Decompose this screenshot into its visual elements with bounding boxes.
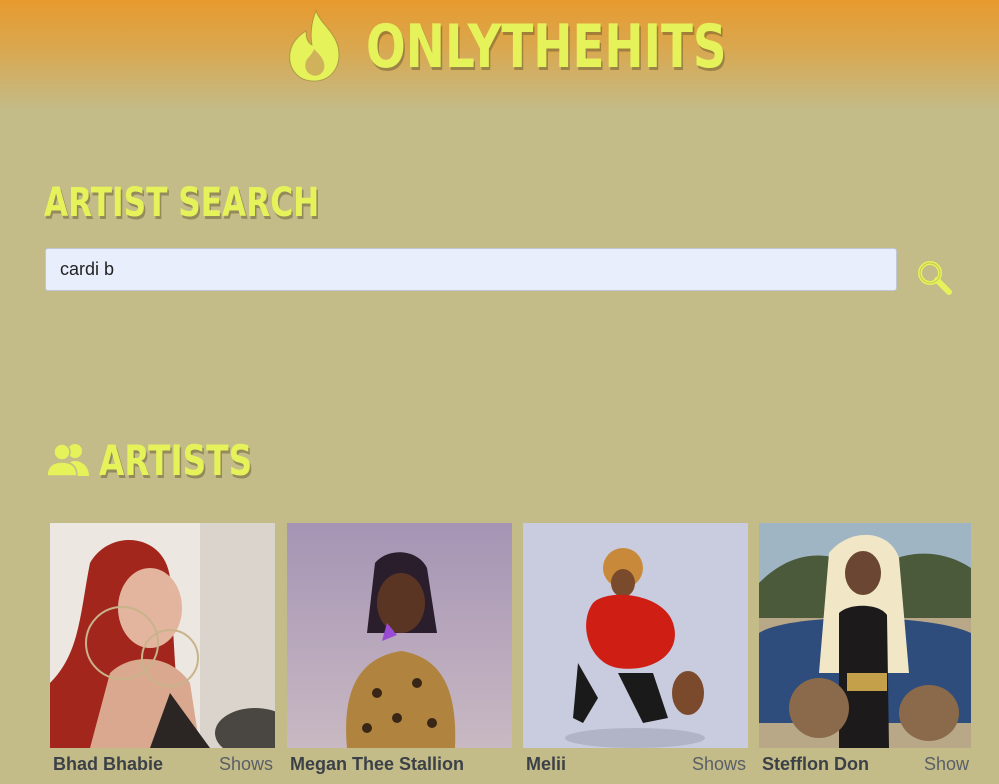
artist-card[interactable]: Bhad Bhabie Shows (50, 523, 275, 784)
artist-name[interactable]: Bhad Bhabie (53, 754, 163, 775)
artist-card[interactable]: Stefflon Don Show (759, 523, 971, 784)
flame-icon (289, 9, 340, 82)
artist-photo[interactable] (50, 523, 275, 748)
shows-link[interactable]: Shows (219, 754, 273, 775)
artist-card[interactable]: Melii Shows (523, 523, 748, 784)
artist-photo[interactable] (759, 523, 971, 748)
brand-title: ONLYTHEHITS (366, 12, 727, 82)
brand[interactable]: ONLYTHEHITS (286, 2, 828, 92)
artist-name[interactable]: Melii (526, 754, 566, 775)
artist-name[interactable]: Megan Thee Stallion (290, 754, 464, 775)
search-button[interactable] (915, 258, 955, 298)
artist-photo[interactable] (287, 523, 512, 748)
artist-list: Bhad Bhabie Shows Megan Thee Stallion Me… (50, 523, 971, 784)
artist-search-input[interactable] (45, 248, 897, 291)
artist-name[interactable]: Stefflon Don (762, 754, 869, 775)
users-icon (46, 443, 89, 477)
shows-link[interactable]: Show (924, 754, 969, 775)
search-section-title: ARTIST SEARCH (44, 180, 320, 226)
artists-section-title: ARTISTS (99, 436, 253, 485)
shows-link[interactable]: Shows (692, 754, 746, 775)
artist-card[interactable]: Megan Thee Stallion (287, 523, 512, 784)
artist-photo[interactable] (523, 523, 748, 748)
search-icon (918, 261, 952, 295)
